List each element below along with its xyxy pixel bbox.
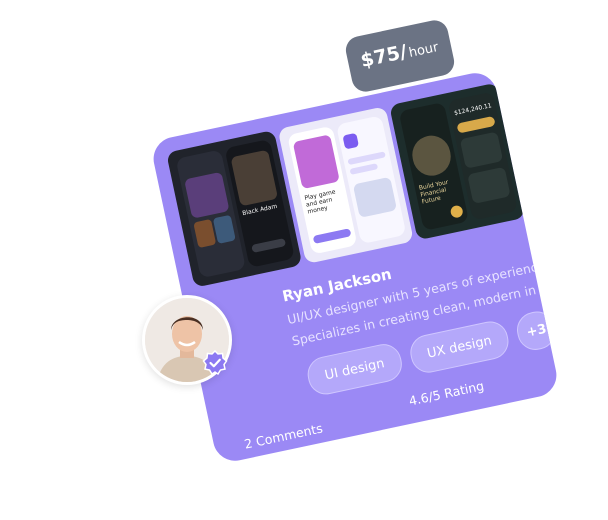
- shot-1-button: [251, 238, 287, 253]
- shot-2-button: [312, 228, 352, 244]
- shot-2-bar-2: [349, 163, 379, 175]
- verified-badge-icon: [202, 350, 228, 376]
- shot-1-hero-image: [230, 149, 279, 207]
- more-tags-button[interactable]: +3: [513, 308, 560, 354]
- tag-ui-design[interactable]: UI design: [304, 340, 405, 398]
- designer-profile-card-stage: Black Adam Play game and earn money Buil…: [0, 0, 608, 520]
- shot-3-action-button: [449, 204, 464, 219]
- shot-2-coin: [342, 132, 360, 150]
- tag-ux-design[interactable]: UX design: [406, 318, 513, 376]
- shot-3-title: Build Your Financial Future: [418, 178, 449, 206]
- shot-3-list-panel: [467, 166, 511, 204]
- shot-2-title: Play game and earn money: [303, 188, 337, 216]
- hourly-rate-amount: $75/: [358, 40, 409, 72]
- shot-3-gold-image: [408, 132, 455, 180]
- hourly-rate-unit: hour: [407, 40, 440, 61]
- designer-card[interactable]: Black Adam Play game and earn money Buil…: [149, 69, 561, 465]
- shot-2-card: [352, 176, 398, 218]
- comments-link[interactable]: 2 Comments: [243, 420, 324, 451]
- shot-3-gold-bar: [456, 115, 496, 134]
- shot-3-balance: $124,240.11: [453, 102, 493, 117]
- rating-text: 4.6/5 Rating: [407, 377, 486, 409]
- shot-2-bar-1: [347, 151, 386, 166]
- portfolio-shot-3[interactable]: Build Your Financial Future $124,240.11: [389, 82, 526, 241]
- shot-3-chart-panel: [459, 131, 504, 169]
- shot-2-hero-image: [292, 134, 340, 190]
- shot-1-poster-1: [184, 171, 230, 219]
- shot-1-poster-2: [193, 218, 217, 249]
- shot-1-poster-3: [212, 214, 236, 244]
